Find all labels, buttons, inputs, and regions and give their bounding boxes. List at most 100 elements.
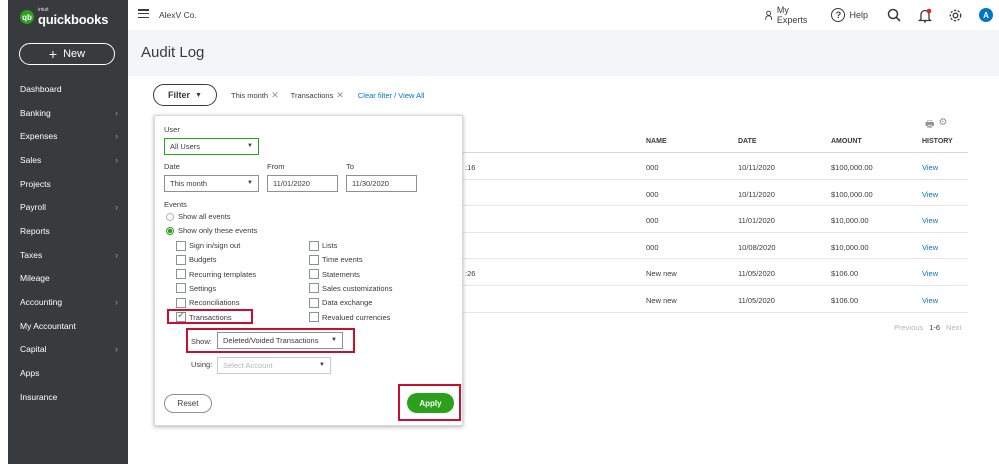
event-checkbox-budgets[interactable]: Budgets bbox=[176, 254, 217, 265]
checkbox[interactable] bbox=[309, 269, 319, 280]
cell-amount: $100,000.00 bbox=[831, 163, 873, 172]
radio-show-only[interactable] bbox=[166, 227, 174, 235]
view-history-link[interactable]: View bbox=[922, 269, 938, 278]
sidebar-item-taxes[interactable]: Taxes › bbox=[8, 243, 128, 267]
notifications-button[interactable] bbox=[918, 6, 932, 24]
pager-next[interactable]: Next bbox=[946, 323, 961, 332]
checkbox[interactable] bbox=[176, 297, 186, 308]
table-row: :26 New new 11/05/2020 $106.00 View bbox=[463, 259, 968, 286]
col-history: HISTORY bbox=[922, 138, 953, 145]
view-history-link[interactable]: View bbox=[922, 190, 938, 199]
to-label: To bbox=[346, 162, 354, 171]
cell-date: 10/11/2020 bbox=[738, 163, 775, 172]
using-account-select[interactable]: Select Account ▼ bbox=[217, 357, 331, 374]
table-row: 000 10/11/2020 $100,000.00 View bbox=[463, 180, 968, 207]
table-row: 000 10/08/2020 $10,000.00 View bbox=[463, 233, 968, 260]
sidebar-item-accounting[interactable]: Accounting › bbox=[8, 290, 128, 314]
close-icon[interactable]: ✕ bbox=[271, 90, 279, 101]
view-history-link[interactable]: View bbox=[922, 296, 938, 305]
close-icon[interactable]: ✕ bbox=[336, 90, 344, 101]
event-checkbox-settings[interactable]: Settings bbox=[176, 283, 216, 294]
sidebar-item-label: Taxes bbox=[20, 249, 43, 260]
reset-button[interactable]: Reset bbox=[164, 394, 212, 413]
checkbox[interactable] bbox=[176, 283, 186, 294]
col-date[interactable]: DATE bbox=[738, 138, 757, 145]
pager-range: 1-6 bbox=[929, 323, 941, 332]
new-button-label: New bbox=[63, 48, 86, 60]
checkbox-label: Sign in/sign out bbox=[189, 241, 241, 250]
filter-button[interactable]: Filter ▼ bbox=[153, 84, 217, 106]
search-button[interactable] bbox=[887, 6, 901, 24]
sidebar-item-sales[interactable]: Sales › bbox=[8, 148, 128, 172]
highlight-show bbox=[186, 328, 355, 353]
event-checkbox-recurring-templates[interactable]: Recurring templates bbox=[176, 269, 256, 280]
quickbooks-logo[interactable]: qb intuit quickbooks bbox=[20, 8, 108, 26]
event-checkbox-data-exchange[interactable]: Data exchange bbox=[309, 297, 372, 308]
my-experts-button[interactable]: My Experts bbox=[765, 5, 810, 25]
sidebar-item-mileage[interactable]: Mileage bbox=[8, 267, 128, 291]
checkbox[interactable] bbox=[309, 297, 319, 308]
clear-filter-link[interactable]: Clear filter / View All bbox=[358, 91, 425, 100]
sidebar-item-payroll[interactable]: Payroll › bbox=[8, 195, 128, 219]
new-button[interactable]: + New bbox=[19, 43, 115, 65]
checkbox[interactable] bbox=[309, 312, 319, 322]
from-date-input[interactable]: 11/01/2020 bbox=[267, 175, 338, 192]
chevron-right-icon: › bbox=[115, 131, 118, 142]
cell-partial: :26 bbox=[465, 269, 476, 279]
col-name[interactable]: NAME bbox=[646, 138, 667, 145]
radio-show-all[interactable] bbox=[166, 213, 174, 221]
event-checkbox-sales-customizations[interactable]: Sales customizations bbox=[309, 283, 392, 294]
user-select[interactable]: All Users ▼ bbox=[164, 138, 259, 155]
checkbox[interactable] bbox=[309, 283, 319, 294]
date-select[interactable]: This month ▼ bbox=[164, 175, 259, 192]
view-history-link[interactable]: View bbox=[922, 163, 938, 172]
checkbox[interactable] bbox=[309, 254, 319, 265]
filter-chip-events[interactable]: Transactions ✕ bbox=[291, 90, 344, 101]
pager-previous[interactable]: Previous bbox=[894, 323, 923, 332]
sidebar-item-apps[interactable]: Apps bbox=[8, 361, 128, 385]
sidebar-item-dashboard[interactable]: Dashboard bbox=[8, 77, 128, 101]
to-date-input[interactable]: 11/30/2020 bbox=[346, 175, 417, 192]
chevron-right-icon: › bbox=[115, 107, 118, 118]
cell-name: New new bbox=[646, 295, 677, 305]
col-amount[interactable]: AMOUNT bbox=[831, 138, 862, 145]
gear-icon bbox=[949, 9, 962, 21]
account-avatar[interactable]: A bbox=[979, 6, 993, 24]
checkbox-label: Budgets bbox=[189, 255, 217, 265]
avatar-icon: A bbox=[979, 8, 993, 22]
sidebar-item-banking[interactable]: Banking › bbox=[8, 101, 128, 125]
user-select-value: All Users bbox=[170, 142, 201, 151]
sidebar-item-projects[interactable]: Projects bbox=[8, 172, 128, 196]
logo-name: quickbooks bbox=[38, 12, 109, 27]
checkbox[interactable] bbox=[176, 269, 186, 280]
event-checkbox-sign-in-sign-out[interactable]: Sign in/sign out bbox=[176, 240, 240, 251]
hamburger-menu-icon[interactable] bbox=[138, 9, 149, 18]
settings-button[interactable] bbox=[948, 6, 963, 24]
checkbox[interactable] bbox=[176, 240, 186, 251]
cell-amount: $106.00 bbox=[831, 269, 859, 279]
view-history-link[interactable]: View bbox=[922, 216, 938, 225]
checkbox[interactable] bbox=[309, 240, 319, 251]
chevron-right-icon: › bbox=[115, 202, 118, 213]
view-history-link[interactable]: View bbox=[922, 243, 938, 252]
bell-icon bbox=[918, 8, 932, 23]
event-checkbox-reconciliations[interactable]: Reconciliations bbox=[176, 297, 239, 308]
event-checkbox-time-events[interactable]: Time events bbox=[309, 254, 363, 265]
reset-button-label: Reset bbox=[177, 399, 199, 408]
cell-name: 000 bbox=[646, 216, 659, 226]
cell-date: 11/05/2020 bbox=[738, 269, 775, 279]
sidebar-item-label: Capital bbox=[20, 344, 47, 355]
date-label: Date bbox=[164, 162, 180, 171]
help-button[interactable]: ? Help bbox=[831, 6, 868, 24]
event-checkbox-revalued-currencies[interactable]: Revalued currencies bbox=[309, 312, 390, 323]
sidebar-item-capital[interactable]: Capital › bbox=[8, 338, 128, 362]
checkbox[interactable] bbox=[176, 254, 186, 265]
event-checkbox-statements[interactable]: Statements bbox=[309, 269, 360, 280]
sidebar-item-reports[interactable]: Reports bbox=[8, 219, 128, 243]
sidebar-item-label: Dashboard bbox=[20, 83, 62, 94]
event-checkbox-lists[interactable]: Lists bbox=[309, 240, 337, 251]
sidebar-item-insurance[interactable]: Insurance bbox=[8, 385, 128, 409]
sidebar-item-expenses[interactable]: Expenses › bbox=[8, 124, 128, 148]
sidebar-item-my-accountant[interactable]: My Accountant bbox=[8, 314, 128, 338]
filter-chip-date[interactable]: This month ✕ bbox=[231, 90, 279, 101]
